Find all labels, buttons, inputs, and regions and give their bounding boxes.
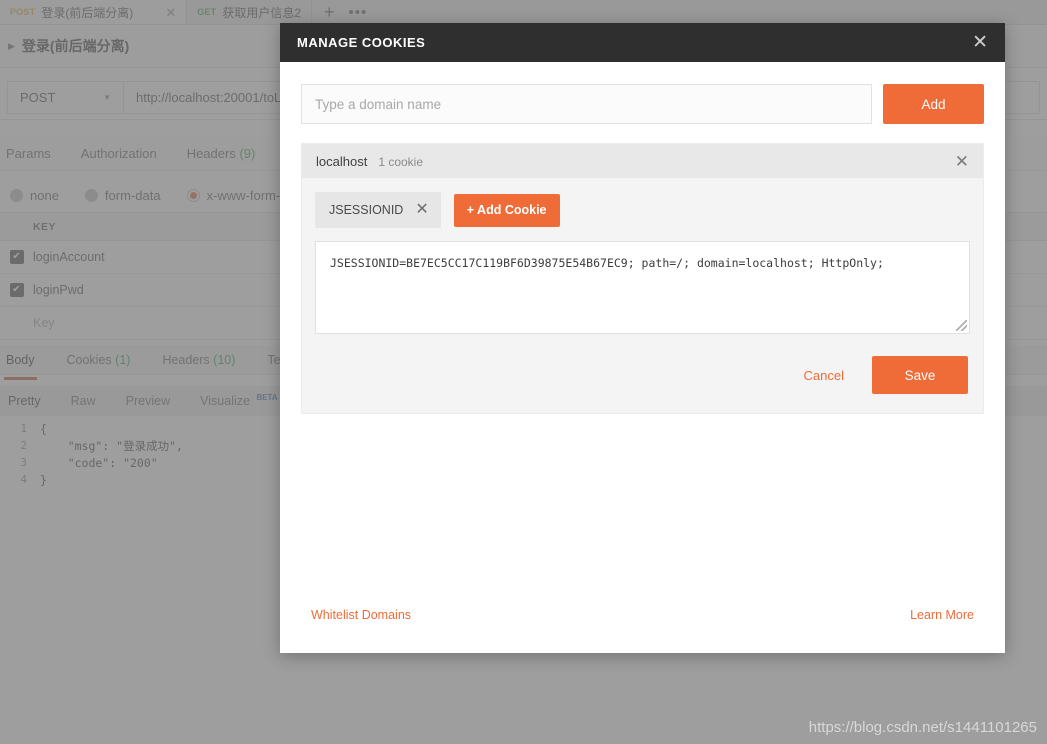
whitelist-domains-link[interactable]: Whitelist Domains — [311, 608, 411, 622]
remove-cookie-icon[interactable]: ✕ — [415, 202, 428, 218]
add-domain-button[interactable]: Add — [883, 84, 984, 124]
cookie-count-label: 1 cookie — [378, 154, 424, 169]
cookie-chip-label: JSESSIONID — [329, 203, 404, 217]
learn-more-link[interactable]: Learn More — [910, 608, 974, 622]
cookie-domain-header: localhost 1 cookie ✕ — [302, 144, 983, 178]
manage-cookies-modal: MANAGE COOKIES ✕ Type a domain name Add … — [280, 23, 1005, 653]
add-domain-row: Type a domain name Add — [301, 84, 984, 124]
domain-input-placeholder: Type a domain name — [315, 96, 442, 112]
watermark-text: https://blog.csdn.net/s1441101265 — [808, 719, 1037, 736]
modal-title: MANAGE COOKIES — [297, 35, 426, 50]
resize-handle[interactable] — [956, 320, 967, 331]
close-icon[interactable]: ✕ — [972, 33, 988, 52]
cookie-domain-panel: localhost 1 cookie ✕ JSESSIONID ✕ + Add … — [301, 143, 984, 414]
cookie-value-textarea[interactable]: JSESSIONID=BE7EC5CC17C119BF6D39875E54B67… — [315, 241, 970, 334]
add-cookie-button[interactable]: + Add Cookie — [453, 193, 560, 227]
cookie-value-text: JSESSIONID=BE7EC5CC17C119BF6D39875E54B67… — [330, 256, 884, 270]
domain-name-input[interactable]: Type a domain name — [301, 84, 872, 124]
cookie-panel-actions: Cancel Save — [302, 334, 983, 413]
cancel-button[interactable]: Cancel — [796, 364, 852, 387]
modal-footer: Whitelist Domains Learn More — [280, 589, 1005, 653]
cookie-domain-name: localhost — [316, 153, 368, 169]
save-button[interactable]: Save — [872, 356, 968, 394]
modal-header: MANAGE COOKIES ✕ — [280, 23, 1005, 62]
cookie-chips-row: JSESSIONID ✕ + Add Cookie — [302, 178, 983, 241]
cookie-domain-info: localhost 1 cookie — [316, 154, 423, 169]
cookie-chip-jsessionid[interactable]: JSESSIONID ✕ — [315, 192, 441, 228]
remove-domain-icon[interactable]: ✕ — [955, 153, 969, 170]
modal-body: Type a domain name Add localhost 1 cooki… — [280, 62, 1005, 414]
